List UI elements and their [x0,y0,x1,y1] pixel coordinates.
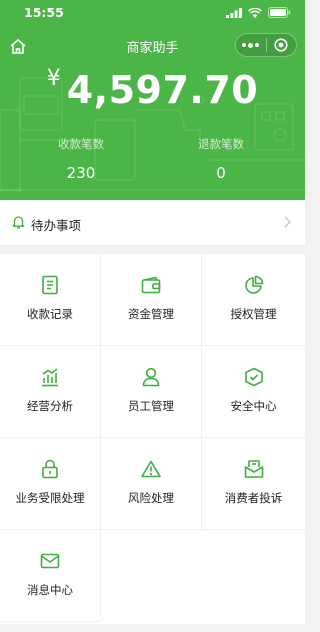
bell-icon [12,216,25,229]
status-bar: 15:55 [0,0,305,26]
menu-grid: 收款记录 资金管理 授权管理 经营分析 员工管理 安全中心 业务受限处理 风险处… [0,254,305,624]
todo-row[interactable]: 待办事项 [0,200,305,246]
close-mini-program-button[interactable] [267,34,297,56]
mini-program-capsule [235,33,297,57]
menu-item-business-restriction[interactable]: 业务受限处理 [0,438,101,530]
chevron-right-icon [284,216,291,228]
more-button[interactable] [236,34,266,56]
shield-icon [243,366,265,388]
status-icons [226,7,291,18]
stat-label: 收款笔数 [58,137,104,151]
receipt-icon [39,274,61,296]
menu-item-business-analysis[interactable]: 经营分析 [0,346,101,438]
wifi-icon [248,7,262,18]
pie-chart-icon [243,274,265,296]
menu-item-security-center[interactable]: 安全中心 [202,346,305,438]
more-dot-icon [242,43,247,47]
menu-item-label: 消息中心 [27,583,73,597]
stat-label: 退款笔数 [198,137,244,151]
menu-item-consumer-complaints[interactable]: 消费者投诉 [202,438,305,530]
bar-chart-icon [39,366,61,388]
stat-value: 230 [66,164,96,182]
menu-item-label: 经营分析 [27,399,73,413]
mail-icon [39,550,61,572]
menu-item-label: 资金管理 [128,307,174,321]
lock-icon [39,458,61,480]
menu-item-label: 授权管理 [230,307,277,321]
person-icon [140,366,162,388]
battery-icon [268,7,291,18]
menu-item-risk-handling[interactable]: 风险处理 [101,438,202,530]
refund-count-stat[interactable]: 退款笔数 0 [146,136,296,182]
menu-item-label: 收款记录 [27,307,73,321]
menu-item-authorization-management[interactable]: 授权管理 [202,254,305,346]
balance-amount: ¥4,597.70 [0,66,305,112]
menu-item-label: 安全中心 [230,399,277,413]
balance-value: 4,597.70 [66,68,259,112]
menu-item-label: 消费者投诉 [224,491,283,505]
menu-item-label: 业务受限处理 [15,491,85,505]
menu-item-message-center[interactable]: 消息中心 [0,530,101,622]
signal-icon [226,7,242,18]
menu-item-label: 员工管理 [128,399,174,413]
summary-header: 15:55 商家助手 ¥ 4,597.70 收款笔数 230 退款笔数 0 [0,0,305,200]
menu-item-receipt-records[interactable]: 收款记录 [0,254,101,346]
warning-icon [140,458,162,480]
complaint-mail-icon [243,458,265,480]
todo-label: 待办事项 [31,218,82,233]
close-circle-icon [274,38,288,52]
more-dot-icon [248,42,254,48]
stat-value: 0 [216,164,226,182]
menu-item-staff-management[interactable]: 员工管理 [101,346,202,438]
wallet-icon [140,274,162,296]
more-dot-icon [255,43,260,47]
status-time: 15:55 [24,5,64,20]
currency-symbol: ¥ [46,66,61,91]
menu-item-fund-management[interactable]: 资金管理 [101,254,202,346]
receipt-count-stat[interactable]: 收款笔数 230 [6,136,156,182]
menu-item-label: 风险处理 [128,491,174,505]
navigation-bar: 商家助手 [0,30,305,62]
